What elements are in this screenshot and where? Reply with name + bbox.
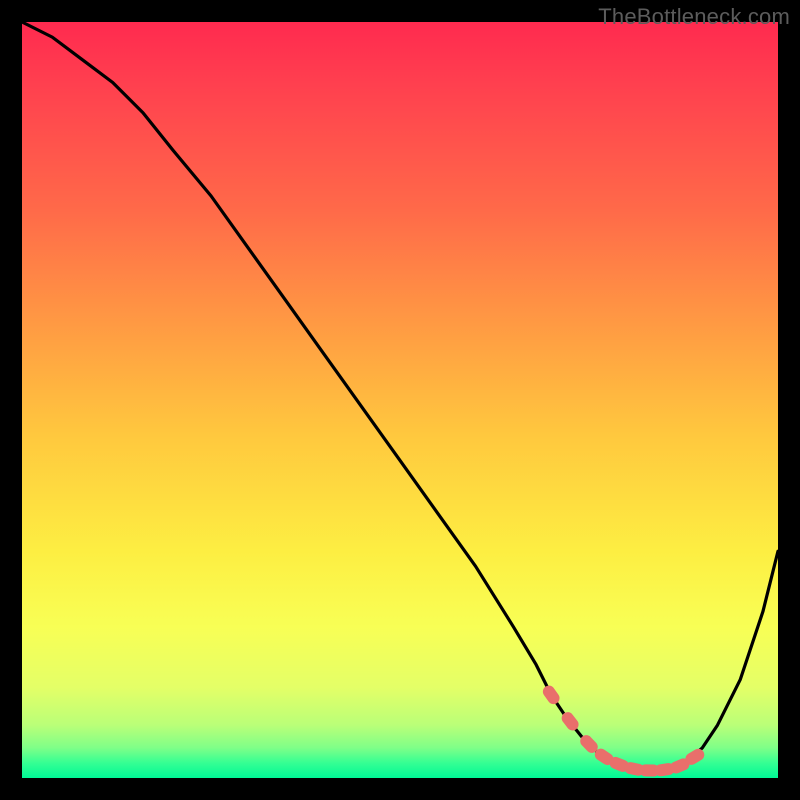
optimal-marker [541,683,562,706]
watermark-text: TheBottleneck.com [598,4,790,30]
plot-area [22,22,778,778]
chart-svg [22,22,778,778]
chart-frame: TheBottleneck.com [0,0,800,800]
marker-pill [541,683,562,706]
bottleneck-curve [22,22,778,770]
curve-line [22,22,778,770]
optimal-markers [541,683,707,777]
